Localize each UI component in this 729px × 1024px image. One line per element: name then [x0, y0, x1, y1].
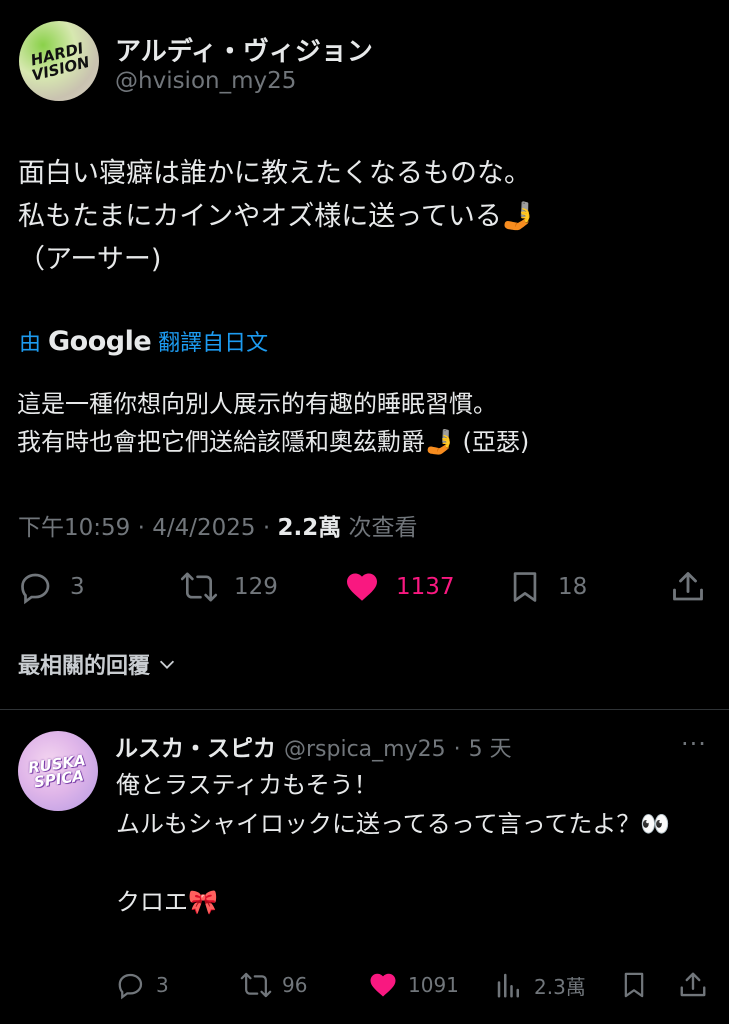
repost-icon — [180, 572, 218, 602]
reply-header: ルスカ・スピカ @rspica_my25 · 5 天 — [115, 729, 512, 763]
replies-sort-label: 最相關的回覆 — [18, 654, 151, 679]
google-logo: Google — [48, 325, 152, 357]
translated-text-line: 這是一種你想向別人展示的有趣的睡眠習慣。 — [17, 390, 497, 418]
repost-icon — [240, 972, 272, 998]
author-handle[interactable]: @hvision_my25 — [115, 68, 296, 94]
reply-action[interactable]: 3 — [18, 569, 85, 605]
reply-views-count: 2.3萬 — [534, 974, 586, 999]
author-display-name[interactable]: アルディ・ヴィジョン — [115, 31, 373, 68]
reply-avatar-logo: RUSKA SPICA — [27, 751, 87, 792]
post-time[interactable]: 下午10:59 — [18, 515, 130, 541]
chevron-down-icon — [159, 660, 175, 669]
replies-sort-dropdown[interactable]: 最相關的回覆 — [18, 648, 178, 680]
reply-icon — [118, 973, 143, 1000]
reply-repost-count: 96 — [282, 973, 308, 997]
reply-count: 3 — [70, 574, 85, 600]
post-date[interactable]: 4/4/2025 — [152, 515, 255, 541]
views-count: 2.2萬 — [277, 515, 342, 541]
post-text-line: 面白い寝癖は誰かに教えたくなるものな。 — [18, 158, 531, 189]
reply-author-avatar[interactable]: RUSKA SPICA — [18, 731, 98, 811]
post-meta: 下午10:59 · 4/4/2025 · 2.2萬 次查看 — [18, 508, 418, 542]
reply-reply-count: 3 — [156, 973, 169, 997]
share-icon — [680, 972, 706, 997]
bookmark-icon — [513, 572, 537, 602]
author-avatar-logo: HARDI VISION — [28, 39, 92, 85]
reply-time[interactable]: 5 天 — [469, 731, 512, 763]
meta-separator: · — [137, 515, 145, 541]
reply-views-action[interactable]: 2.3萬 — [494, 970, 586, 1000]
reply-author-name[interactable]: ルスカ・スピカ — [115, 729, 276, 763]
reply-reply-action[interactable]: 3 — [116, 970, 169, 1000]
bookmark-icon — [624, 972, 644, 998]
author-avatar[interactable]: HARDI VISION — [19, 21, 99, 101]
reply-bookmark-button[interactable] — [620, 970, 648, 1000]
translated-text-line: 我有時也會把它們送給該隱和奧茲勳爵🤳 (亞瑟) — [17, 428, 530, 456]
repost-count: 129 — [234, 574, 278, 600]
post-text-line: 私もたまにカインやオズ様に送っている🤳 — [18, 201, 536, 232]
translate-prefix: 由 — [19, 331, 42, 356]
more-icon[interactable]: ··· — [681, 730, 707, 758]
divider — [0, 709, 729, 710]
translated-text: 這是一種你想向別人展示的有趣的睡眠習慣。 我有時也會把它們送給該隱和奧茲勳爵🤳 … — [17, 385, 717, 461]
post-text-line: （アーサー) — [18, 244, 162, 275]
bookmark-count: 18 — [558, 574, 588, 600]
bookmark-action[interactable]: 18 — [508, 569, 587, 605]
reply-repost-action[interactable]: 96 — [240, 970, 307, 1000]
reply-like-action[interactable]: 1091 — [368, 970, 459, 1000]
views-icon — [497, 973, 519, 998]
reply-icon — [21, 573, 50, 605]
meta-separator: · — [262, 515, 271, 541]
translate-source-label[interactable]: 翻譯自日文 — [158, 325, 268, 357]
post-text: 面白い寝癖は誰かに教えたくなるものな。 私もたまにカインやオズ様に送っている🤳 … — [18, 152, 718, 281]
reply-like-count: 1091 — [408, 973, 459, 997]
like-count: 1137 — [396, 574, 455, 600]
reply-text: 俺とラスティカもそう！ ムルもシャイロックに送ってるって言ってたよ？👀 クロエ🎀 — [116, 771, 671, 916]
reply-author-handle[interactable]: @rspica_my25 — [284, 737, 446, 762]
share-button[interactable] — [670, 569, 706, 605]
like-icon — [347, 573, 377, 601]
reply-separator: · — [453, 737, 461, 762]
like-action[interactable]: 1137 — [344, 569, 455, 605]
repost-action[interactable]: 129 — [180, 569, 278, 605]
translate-attribution[interactable]: 由 Google 翻譯自日文 — [19, 325, 268, 357]
share-icon — [673, 572, 703, 601]
like-icon — [370, 973, 396, 997]
views-label: 次查看 — [348, 515, 418, 541]
reply-share-button[interactable] — [678, 970, 708, 1000]
